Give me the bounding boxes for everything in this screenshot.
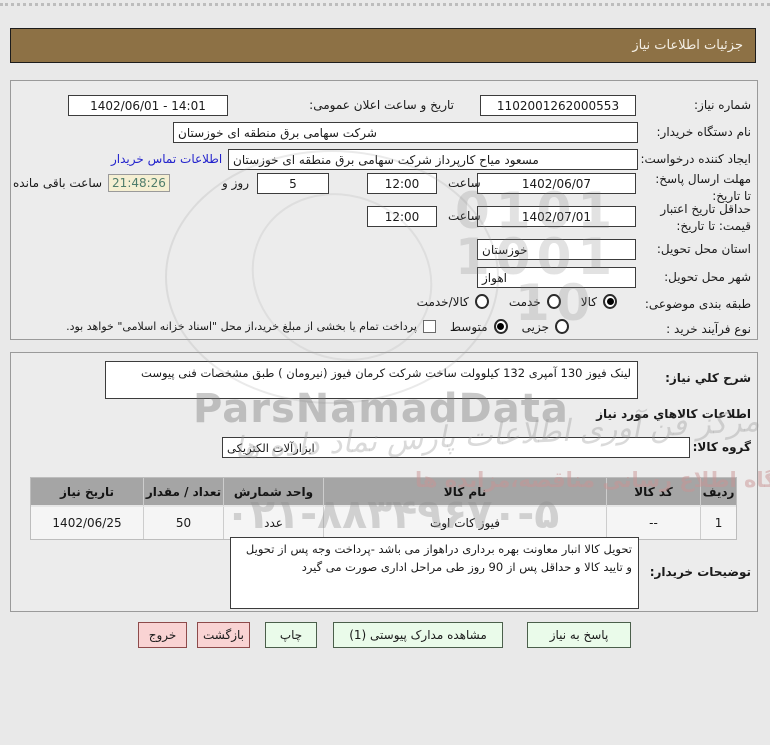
title-bar: جزئیات اطلاعات نیاز — [10, 28, 756, 63]
table-row: 1 -- فیوز کات اوت عدد 50 1402/06/25 — [31, 507, 736, 539]
deadline-date-input[interactable]: 1402/06/07 — [477, 173, 636, 194]
process-option-medium[interactable]: متوسط — [450, 319, 508, 334]
need-number-input[interactable]: 1102001262000553 — [480, 95, 636, 116]
buyer-notes-textarea[interactable]: تحویل کالا انبار معاونت بهره برداری دراه… — [230, 537, 639, 609]
announce-datetime-input[interactable]: 1402/06/01 - 14:01 — [68, 95, 228, 116]
col-header-code: کد کالا — [606, 478, 700, 507]
treasury-payment-option[interactable]: پرداخت تمام یا بخشی از مبلغ خرید،از محل … — [66, 320, 436, 333]
delivery-city-label: شهر محل تحویل: — [664, 270, 751, 284]
announce-datetime-label: تاریخ و ساعت اعلان عمومی: — [309, 98, 454, 112]
goods-table-header: ردیف کد کالا نام کالا واحد شمارش تعداد /… — [31, 478, 736, 507]
days-and-label: روز و — [222, 176, 249, 190]
cell-goods-code: -- — [606, 507, 700, 539]
validity-time-input[interactable]: 12:00 — [367, 206, 437, 227]
cell-count-unit: عدد — [223, 507, 323, 539]
goods-section-title: اطلاعات کالاهاي مورد نیاز — [596, 407, 751, 421]
deadline-days-input[interactable]: 5 — [257, 173, 329, 194]
cell-row-number: 1 — [700, 507, 736, 539]
col-header-unit: واحد شمارش — [223, 478, 323, 507]
validity-date-input[interactable]: 1402/07/01 — [477, 206, 636, 227]
classification-option-label: کالا — [580, 294, 597, 309]
process-option-label: متوسط — [449, 319, 488, 334]
page: جزئیات اطلاعات نیاز شماره نیاز: 11020012… — [0, 0, 770, 745]
classification-options: کالا خدمت کالا/خدمت — [417, 294, 617, 309]
process-option-label: جزیی — [521, 319, 549, 334]
classification-option-goods-service[interactable]: کالا/خدمت — [417, 294, 489, 309]
goods-group-input[interactable]: ابزارآلات الکتریکی — [222, 437, 690, 458]
goods-group-label: گروه کالا: — [692, 440, 751, 454]
need-description-textarea[interactable]: لینک فیوز 130 آمپری 132 کیلوولت ساخت شرک… — [105, 361, 638, 399]
col-header-need-date: تاریخ نیاز — [31, 478, 143, 507]
print-button[interactable]: چاپ — [265, 622, 317, 648]
radio-goods-service-icon[interactable] — [474, 294, 489, 309]
validity-hour-label: ساعت — [448, 209, 481, 223]
price-validity-label: حداقل تاریخ اعتبار قیمت: تا تاریخ: — [660, 202, 751, 234]
request-creator-label: ایجاد کننده درخواست: — [640, 152, 751, 166]
need-number-label: شماره نیاز: — [694, 98, 751, 112]
view-attachments-button[interactable]: مشاهده مدارک پیوستی (1) — [333, 622, 503, 648]
cell-goods-name: فیوز کات اوت — [323, 507, 606, 539]
radio-goods-icon[interactable] — [603, 294, 617, 309]
time-remaining-label: ساعت باقی مانده — [13, 176, 103, 190]
buyer-org-input[interactable]: شرکت سهامی برق منطقه ای خوزستان — [173, 122, 638, 143]
delivery-province-input[interactable]: خوزستان — [477, 239, 636, 260]
page-title: جزئیات اطلاعات نیاز — [632, 38, 743, 53]
radio-service-icon[interactable] — [546, 294, 561, 309]
process-type-label: نوع فرآیند خرید : — [666, 322, 751, 336]
buyer-org-label: نام دستگاه خریدار: — [656, 125, 752, 139]
top-dotted-divider — [0, 3, 770, 6]
need-description-label: شرح کلي نیاز: — [665, 371, 751, 385]
delivery-province-label: استان محل تحویل: — [656, 242, 751, 256]
classification-label: طبقه بندی موضوعی: — [644, 297, 751, 311]
deadline-time-input[interactable]: 12:00 — [367, 173, 437, 194]
classification-option-service[interactable]: خدمت — [509, 294, 561, 309]
delivery-city-input[interactable]: اهواز — [477, 267, 636, 288]
back-button[interactable]: بازگشت — [197, 622, 250, 648]
classification-option-goods[interactable]: کالا — [581, 294, 617, 309]
col-header-row: ردیف — [700, 478, 736, 507]
goods-info-panel: شرح کلي نیاز: لینک فیوز 130 آمپری 132 کی… — [10, 352, 758, 612]
cell-need-date: 1402/06/25 — [31, 507, 143, 539]
buyer-notes-label: توضیحات خریدار: — [649, 565, 751, 579]
col-header-qty: تعداد / مقدار — [143, 478, 223, 507]
need-info-panel: شماره نیاز: 1102001262000553 تاریخ و ساع… — [10, 80, 758, 340]
countdown-timer: 21:48:26 — [108, 174, 170, 192]
classification-option-label: کالا/خدمت — [416, 294, 469, 309]
radio-medium-icon[interactable] — [493, 319, 508, 334]
radio-partial-icon[interactable] — [555, 319, 569, 334]
cell-quantity: 50 — [143, 507, 223, 539]
goods-table: ردیف کد کالا نام کالا واحد شمارش تعداد /… — [30, 477, 737, 540]
request-creator-input[interactable]: مسعود میاح کارپرداز شرکت سهامی برق منطقه… — [228, 149, 638, 170]
respond-to-need-button[interactable]: پاسخ به نیاز — [527, 622, 631, 648]
process-type-options: جزیی متوسط پرداخت تمام یا بخشی از مبلغ خ… — [66, 319, 569, 334]
process-option-partial[interactable]: جزیی — [522, 319, 569, 334]
exit-button[interactable]: خروج — [138, 622, 187, 648]
buyer-contact-link[interactable]: اطلاعات تماس خریدار — [111, 152, 222, 166]
classification-option-label: خدمت — [508, 294, 541, 309]
treasury-note-label: پرداخت تمام یا بخشی از مبلغ خرید،از محل … — [66, 320, 417, 333]
deadline-hour-label: ساعت — [448, 176, 481, 190]
col-header-name: نام کالا — [323, 478, 606, 507]
treasury-checkbox[interactable] — [422, 320, 436, 333]
